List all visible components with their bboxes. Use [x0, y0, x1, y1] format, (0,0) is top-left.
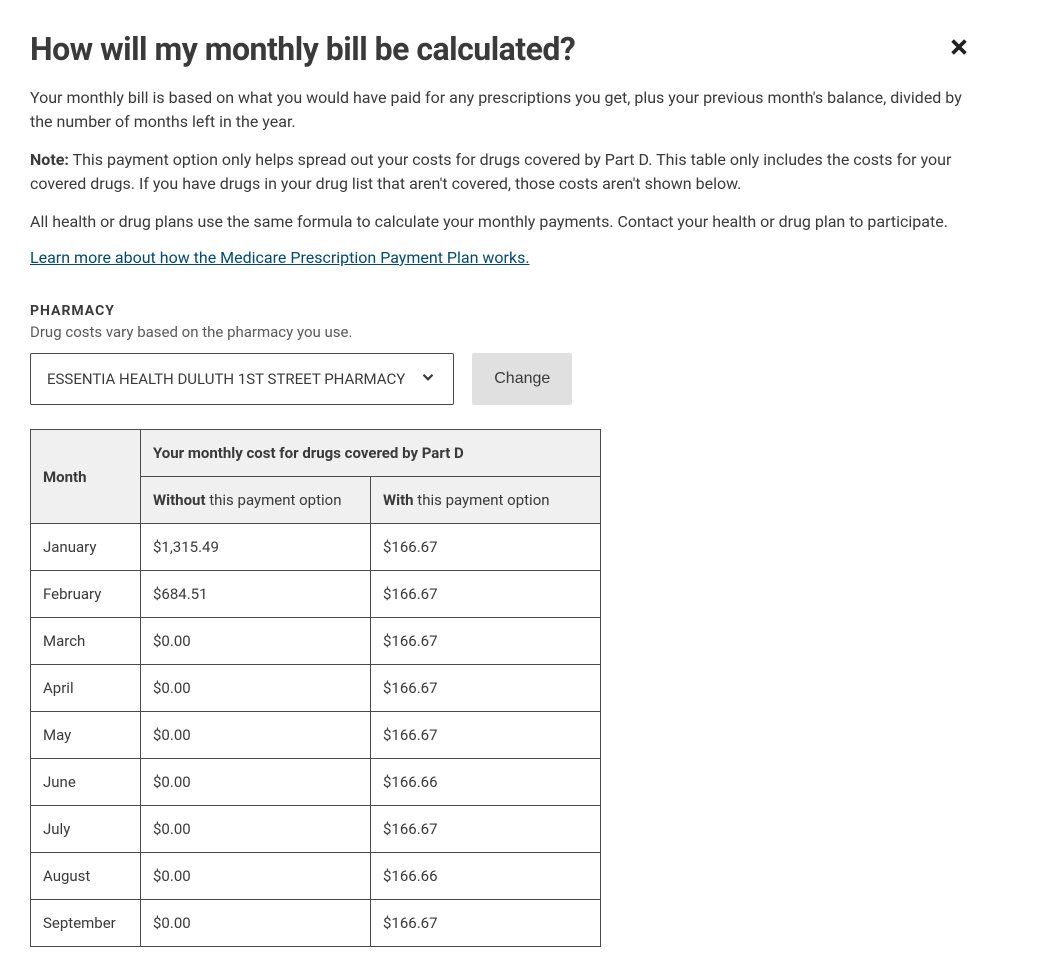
table-row: July$0.00$166.67 [31, 806, 601, 853]
note-text: This payment option only helps spread ou… [30, 150, 951, 193]
month-cell: June [31, 759, 141, 806]
month-header: Month [31, 430, 141, 524]
table-row: March$0.00$166.67 [31, 618, 601, 665]
with-cell: $166.67 [371, 571, 601, 618]
with-cell: $166.67 [371, 524, 601, 571]
without-cell: $0.00 [141, 712, 371, 759]
month-cell: January [31, 524, 141, 571]
change-button[interactable]: Change [472, 353, 572, 405]
month-cell: March [31, 618, 141, 665]
table-row: August$0.00$166.66 [31, 853, 601, 900]
table-row: June$0.00$166.66 [31, 759, 601, 806]
without-cell: $0.00 [141, 759, 371, 806]
month-cell: February [31, 571, 141, 618]
table-row: February$684.51$166.67 [31, 571, 601, 618]
note-label: Note: [30, 150, 69, 169]
pharmacy-subtext: Drug costs vary based on the pharmacy yo… [30, 323, 980, 341]
with-bold: With [383, 491, 414, 509]
close-icon[interactable] [938, 30, 980, 68]
pharmacy-selected-value: ESSENTIA HEALTH DULUTH 1ST STREET PHARMA… [47, 370, 405, 388]
chevron-down-icon [419, 368, 437, 390]
with-cell: $166.67 [371, 712, 601, 759]
group-header: Your monthly cost for drugs covered by P… [141, 430, 601, 477]
without-header: Without this payment option [141, 477, 371, 524]
without-cell: $0.00 [141, 665, 371, 712]
with-cell: $166.67 [371, 665, 601, 712]
with-cell: $166.66 [371, 853, 601, 900]
with-header: With this payment option [371, 477, 601, 524]
intro-paragraph: Your monthly bill is based on what you w… [30, 86, 980, 134]
without-cell: $684.51 [141, 571, 371, 618]
without-rest: this payment option [206, 491, 342, 509]
learn-more-link[interactable]: Learn more about how the Medicare Prescr… [30, 248, 530, 267]
table-row: September$0.00$166.67 [31, 900, 601, 947]
without-cell: $0.00 [141, 806, 371, 853]
note-paragraph: Note: This payment option only helps spr… [30, 148, 980, 196]
without-cell: $0.00 [141, 618, 371, 665]
formula-paragraph: All health or drug plans use the same fo… [30, 210, 980, 234]
month-cell: April [31, 665, 141, 712]
with-cell: $166.67 [371, 618, 601, 665]
cost-table: Month Your monthly cost for drugs covere… [30, 429, 601, 947]
with-cell: $166.66 [371, 759, 601, 806]
month-cell: September [31, 900, 141, 947]
without-bold: Without [153, 491, 206, 509]
pharmacy-select[interactable]: ESSENTIA HEALTH DULUTH 1ST STREET PHARMA… [30, 353, 454, 405]
without-cell: $0.00 [141, 853, 371, 900]
month-cell: May [31, 712, 141, 759]
table-row: April$0.00$166.67 [31, 665, 601, 712]
pharmacy-label: PHARMACY [30, 303, 980, 319]
with-cell: $166.67 [371, 900, 601, 947]
with-rest: this payment option [414, 491, 550, 509]
without-cell: $0.00 [141, 900, 371, 947]
page-title: How will my monthly bill be calculated? [30, 30, 575, 68]
without-cell: $1,315.49 [141, 524, 371, 571]
month-cell: August [31, 853, 141, 900]
table-row: May$0.00$166.67 [31, 712, 601, 759]
month-cell: July [31, 806, 141, 853]
with-cell: $166.67 [371, 806, 601, 853]
table-row: January$1,315.49$166.67 [31, 524, 601, 571]
